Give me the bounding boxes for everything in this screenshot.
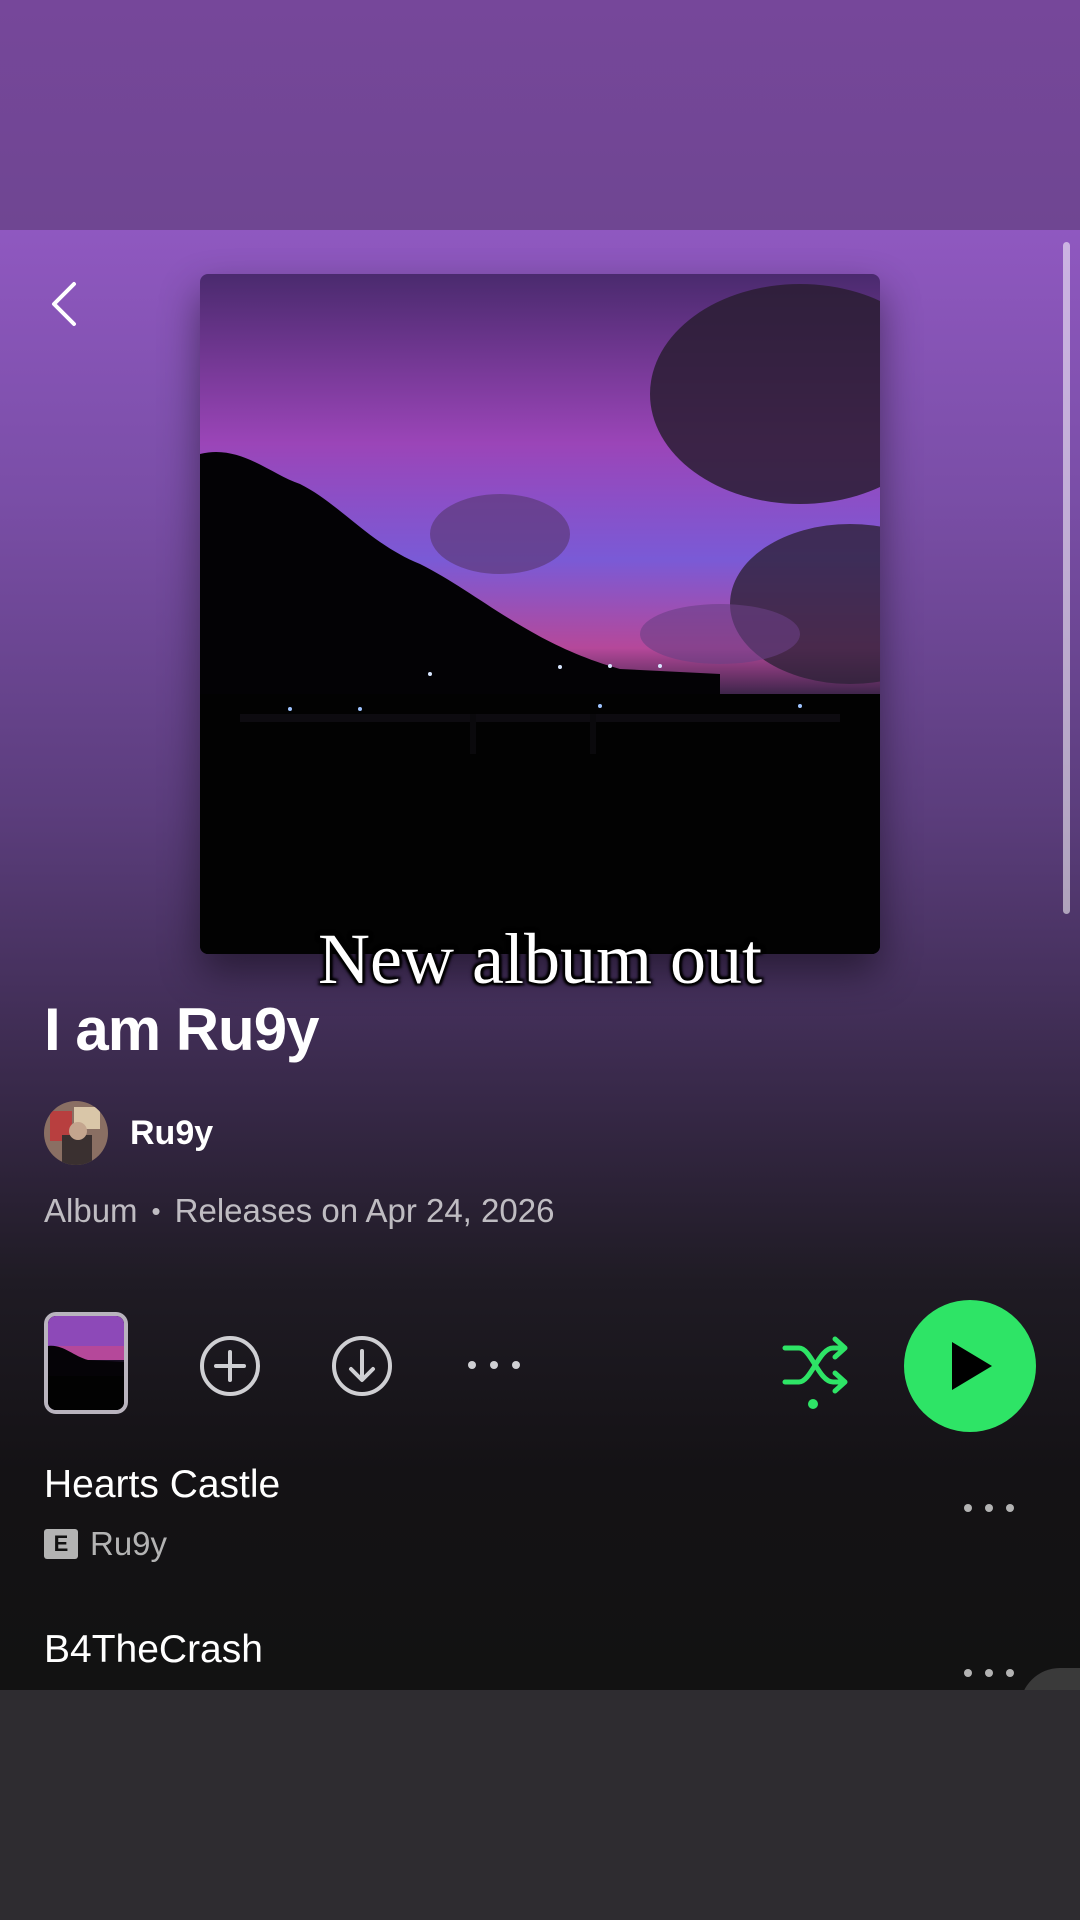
track-more-button[interactable] [962,1501,1022,1531]
download-button[interactable] [330,1334,394,1398]
shuffle-icon [782,1336,848,1409]
more-icon [964,1504,1014,1512]
release-date: Releases on Apr 24, 2026 [174,1192,555,1229]
explicit-badge: E [44,1529,78,1559]
back-button[interactable] [40,268,88,340]
add-button[interactable] [198,1334,262,1398]
more-icon [468,1361,520,1369]
artist-avatar[interactable] [44,1101,108,1165]
add-icon [200,1336,260,1396]
artist-name[interactable]: Ru9y [130,1114,213,1153]
album-screen[interactable]: New album out I am Ru9y Ru9y Album • Rel… [0,230,1080,1690]
track-more-button[interactable] [962,1666,1022,1690]
download-icon [332,1336,392,1396]
top-band [0,0,1080,230]
album-meta: Album • Releases on Apr 24, 2026 [44,1192,554,1230]
preview-thumbnail-button[interactable] [44,1312,128,1414]
track-title: B4TheCrash [44,1628,263,1671]
play-button[interactable] [904,1300,1036,1432]
more-options-button[interactable] [464,1350,524,1380]
track-artist: Ru9y [90,1525,168,1562]
meta-separator: • [151,1195,161,1226]
track-row[interactable]: B4TheCrash [0,1628,1080,1690]
play-icon [952,1342,992,1390]
more-icon [964,1669,1014,1677]
shuffle-button[interactable] [778,1332,854,1412]
track-title: Hearts Castle [44,1463,281,1506]
back-icon [52,282,76,326]
track-row[interactable]: Hearts Castle E Ru9y [0,1463,1080,1583]
album-type: Album [44,1192,138,1229]
scrollbar[interactable] [1063,242,1070,914]
overlay-caption: New album out [318,919,762,999]
action-bar [0,1270,1080,1432]
album-cover [200,274,880,954]
album-title: I am Ru9y [44,996,319,1063]
track-subtitle: E Ru9y [44,1525,167,1563]
bottom-band [0,1690,1080,1920]
artist-row[interactable]: Ru9y [44,1100,213,1166]
